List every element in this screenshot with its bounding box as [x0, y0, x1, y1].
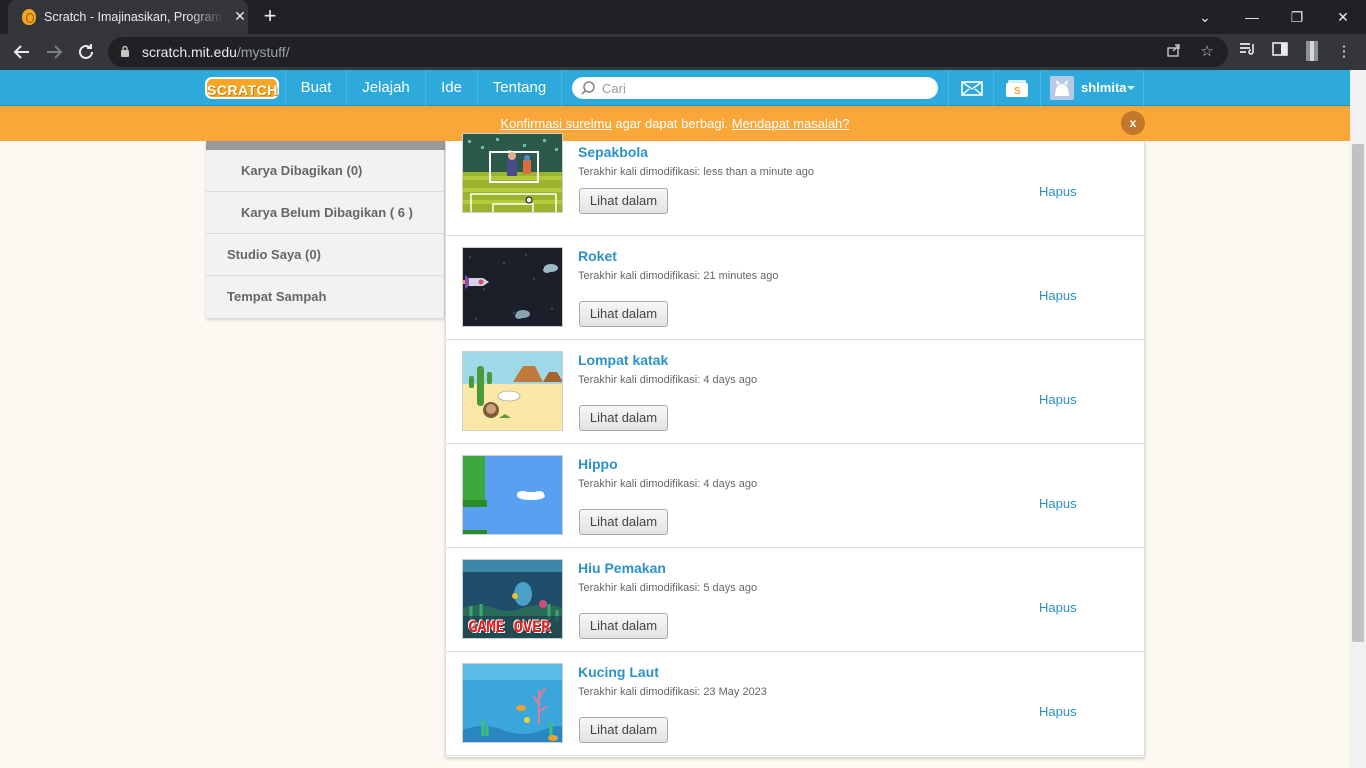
project-thumbnail[interactable]: [462, 455, 563, 535]
project-row: GAME OVER Hiu Pemakan Terakhir kali dimo…: [446, 548, 1144, 652]
address-bar[interactable]: scratch.mit.edu/mystuff/ ☆: [108, 37, 1228, 67]
search-box: [572, 77, 938, 99]
nav-about[interactable]: Tentang: [477, 70, 562, 106]
side-panel-icon[interactable]: [1268, 40, 1292, 64]
bookmark-star-icon[interactable]: ☆: [1197, 42, 1217, 62]
sidebar-header-strip: [206, 141, 445, 150]
page-scrollbar[interactable]: [1350, 70, 1366, 768]
delete-link[interactable]: Hapus: [1039, 288, 1077, 303]
project-modified-text: Terakhir kali dimodifikasi: 21 minutes a…: [578, 270, 779, 282]
project-modified-text: Terakhir kali dimodifikasi: 4 days ago: [578, 478, 758, 490]
scratch-logo[interactable]: SCRATCH: [205, 77, 279, 99]
sidebar-item-trash[interactable]: Tempat Sampah: [206, 276, 445, 318]
project-thumbnail[interactable]: [462, 663, 563, 743]
chevron-down-icon: [1127, 86, 1135, 90]
project-title[interactable]: Kucing Laut: [578, 664, 659, 680]
tab-title: Scratch - Imajinasikan, Program: [44, 10, 222, 24]
game-over-text: GAME OVER: [468, 617, 551, 636]
project-modified-text: Terakhir kali dimodifikasi: less than a …: [578, 166, 815, 178]
banner-text: agar dapat berbagi.: [611, 116, 732, 131]
reload-icon[interactable]: [74, 40, 98, 64]
project-thumbnail[interactable]: [462, 133, 563, 213]
tab-search-icon[interactable]: ⌄: [1190, 5, 1220, 29]
browser-tab-bar: Scratch - Imajinasikan, Program ✕ + ⌄ — …: [0, 0, 1366, 34]
sidebar-item-studios[interactable]: Studio Saya (0): [206, 234, 445, 276]
nav-create[interactable]: Buat: [285, 70, 346, 106]
url-text: scratch.mit.edu/mystuff/: [142, 44, 290, 60]
delete-link[interactable]: Hapus: [1039, 184, 1077, 199]
project-row: Roket Terakhir kali dimodifikasi: 21 min…: [446, 236, 1144, 340]
see-inside-button[interactable]: Lihat dalam: [579, 717, 668, 743]
project-title[interactable]: Hippo: [578, 456, 618, 472]
see-inside-button[interactable]: Lihat dalam: [579, 188, 668, 214]
sidebar-item-unshared[interactable]: Karya Belum Dibagikan ( 6 ): [206, 192, 445, 234]
my-stuff-button[interactable]: S: [993, 70, 1038, 106]
project-title[interactable]: Roket: [578, 248, 617, 264]
search-input[interactable]: [602, 79, 922, 97]
see-inside-button[interactable]: Lihat dalam: [579, 613, 668, 639]
project-row: Lompat katak Terakhir kali dimodifikasi:…: [446, 340, 1144, 444]
project-row: Kucing Laut Terakhir kali dimodifikasi: …: [446, 652, 1144, 756]
delete-link[interactable]: Hapus: [1039, 496, 1077, 511]
svg-text:S: S: [1014, 86, 1021, 97]
browser-menu-icon[interactable]: ⋮: [1332, 40, 1356, 64]
nav-ideas[interactable]: Ide: [425, 70, 477, 106]
project-modified-text: Terakhir kali dimodifikasi: 4 days ago: [578, 374, 758, 386]
project-modified-text: Terakhir kali dimodifikasi: 5 days ago: [578, 582, 758, 594]
folder-icon: S: [1006, 80, 1028, 97]
help-link[interactable]: Mendapat masalah?: [732, 116, 850, 131]
search-icon: [581, 81, 595, 95]
project-title[interactable]: Lompat katak: [578, 352, 668, 368]
back-icon[interactable]: [10, 40, 34, 64]
user-menu[interactable]: shlmita: [1040, 70, 1144, 106]
scratch-favicon-icon: [22, 9, 36, 25]
profile-avatar-icon[interactable]: [1300, 40, 1324, 64]
avatar: [1050, 76, 1074, 100]
delete-link[interactable]: Hapus: [1039, 392, 1077, 407]
scrollbar-thumb[interactable]: [1352, 144, 1364, 642]
project-title[interactable]: Sepakbola: [578, 144, 648, 160]
browser-tab[interactable]: Scratch - Imajinasikan, Program ✕: [8, 0, 248, 34]
tab-close-icon[interactable]: ✕: [232, 8, 248, 24]
messages-button[interactable]: [948, 70, 993, 106]
lock-icon: [121, 45, 129, 57]
delete-link[interactable]: Hapus: [1039, 704, 1077, 719]
delete-link[interactable]: Hapus: [1039, 600, 1077, 615]
project-thumbnail[interactable]: [462, 351, 563, 431]
browser-toolbar: scratch.mit.edu/mystuff/ ☆ ⋮: [0, 34, 1366, 70]
project-thumbnail[interactable]: [462, 247, 563, 327]
project-thumbnail[interactable]: GAME OVER: [462, 559, 563, 639]
scratch-nav-bar: SCRATCH Buat Jelajah Ide Tentang S shlmi…: [0, 70, 1350, 106]
see-inside-button[interactable]: Lihat dalam: [579, 405, 668, 431]
project-title[interactable]: Hiu Pemakan: [578, 560, 666, 576]
restore-button[interactable]: ❐: [1282, 5, 1312, 29]
minimize-button[interactable]: —: [1237, 5, 1267, 29]
project-row: Sepakbola Terakhir kali dimodifikasi: le…: [446, 132, 1144, 236]
see-inside-button[interactable]: Lihat dalam: [579, 301, 668, 327]
forward-icon[interactable]: [42, 40, 66, 64]
see-inside-button[interactable]: Lihat dalam: [579, 509, 668, 535]
username: shlmita: [1081, 80, 1127, 95]
nav-explore[interactable]: Jelajah: [346, 70, 425, 106]
new-tab-button[interactable]: +: [258, 5, 282, 29]
project-list: Sepakbola Terakhir kali dimodifikasi: le…: [445, 133, 1145, 757]
confirm-email-link[interactable]: Konfirmasi surelmu: [500, 116, 611, 131]
sidebar-item-shared[interactable]: Karya Dibagikan (0): [206, 150, 445, 192]
mail-icon: [961, 81, 983, 96]
project-row: Hippo Terakhir kali dimodifikasi: 4 days…: [446, 444, 1144, 548]
share-icon[interactable]: [1164, 42, 1184, 62]
mystuff-sidebar: Karya Dibagikan (0) Karya Belum Dibagika…: [206, 141, 445, 318]
close-window-button[interactable]: ✕: [1328, 5, 1358, 29]
project-modified-text: Terakhir kali dimodifikasi: 23 May 2023: [578, 686, 767, 698]
media-control-icon[interactable]: [1236, 40, 1260, 64]
